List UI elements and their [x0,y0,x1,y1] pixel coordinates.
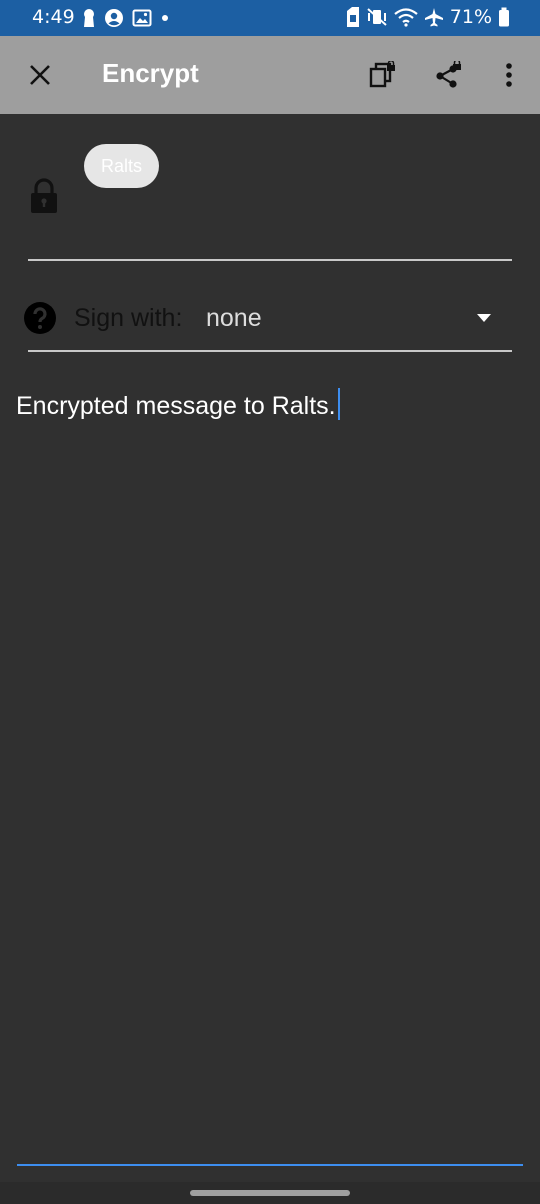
keyhole-icon [84,9,94,27]
sign-divider [28,350,512,352]
navigation-bar [0,1182,540,1204]
lock-icon [31,178,57,213]
share-encrypted-button[interactable] [428,55,468,95]
recipient-field[interactable]: Ralts [0,114,540,264]
help-icon[interactable] [24,302,56,334]
sign-with-dropdown[interactable]: none [196,294,512,342]
copy-encrypted-button[interactable] [362,55,402,95]
vibrate-mute-icon [367,8,387,26]
account-circle-icon [105,9,123,27]
sign-with-row: Sign with: none [0,286,540,350]
copy-encrypted-icon [369,61,395,88]
close-icon [30,65,50,85]
toolbar: Encrypt [0,36,540,114]
page-title: Encrypt [102,58,199,88]
more-vert-icon [506,63,512,87]
dropdown-arrow-icon [477,314,491,322]
airplane-icon [424,8,443,27]
message-underline [17,1164,523,1166]
message-input[interactable]: Encrypted message to Ralts. [16,378,524,1158]
status-bar: 4:49 71% [0,0,540,36]
message-text: Encrypted message to Ralts. [16,392,336,420]
home-gesture-handle[interactable] [190,1190,350,1196]
sign-with-label: Sign with: [74,304,183,332]
status-time: 4:49 [32,6,75,28]
close-button[interactable] [20,55,60,95]
status-right-icons: 71% [346,6,510,28]
text-cursor [337,388,340,420]
recipient-divider [28,259,512,261]
dot-icon [162,15,168,21]
image-icon [132,9,152,27]
share-encrypted-icon [436,61,461,88]
status-left-icons [82,8,170,28]
more-options-button[interactable] [489,55,529,95]
sign-with-value: none [206,304,262,332]
wifi-icon [394,8,418,27]
battery-icon [499,7,509,27]
battery-percent: 71% [449,6,492,28]
recipient-chip[interactable]: Ralts [84,144,160,188]
sim-icon [346,7,359,27]
